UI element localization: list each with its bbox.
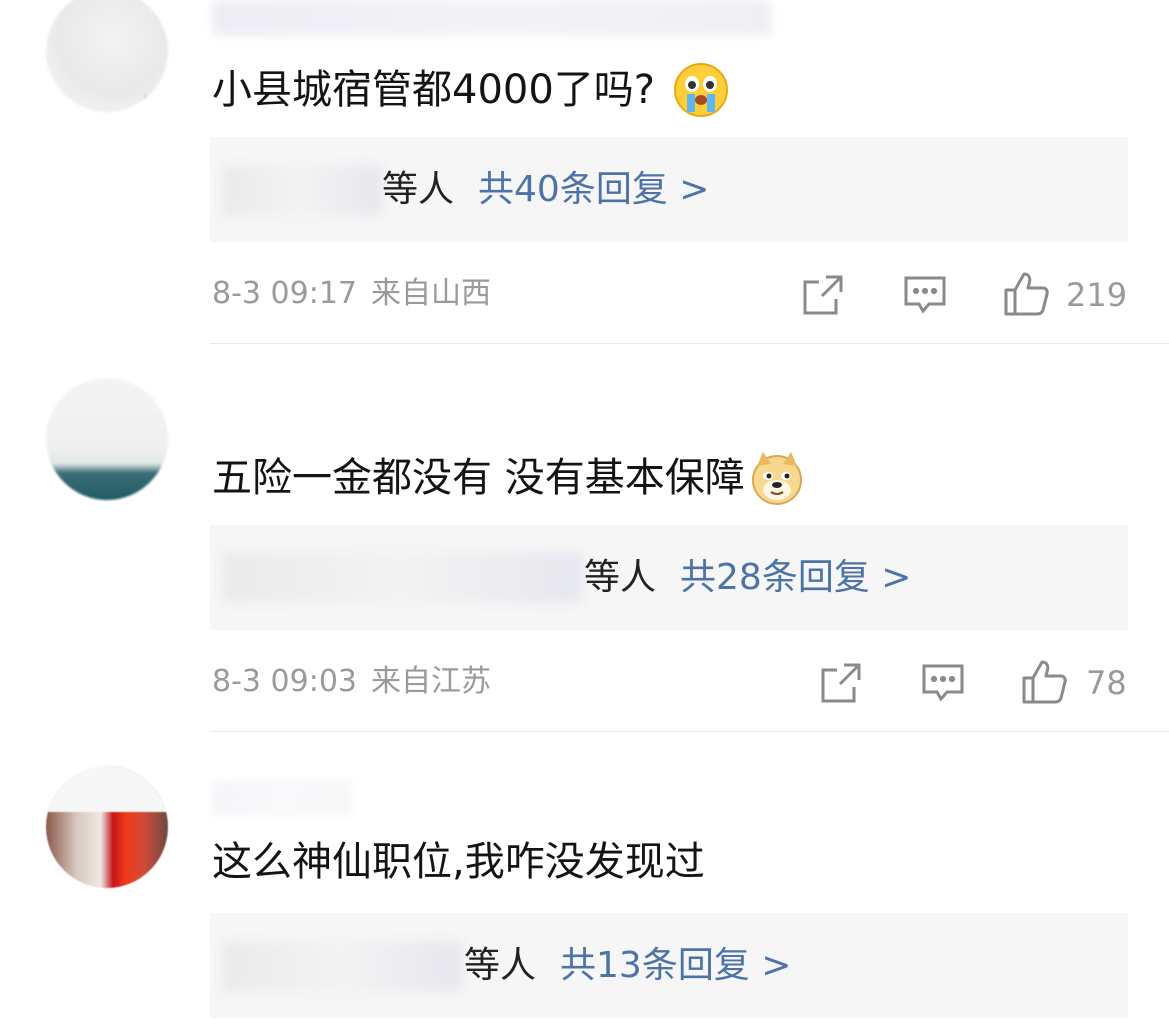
divider <box>210 343 1169 344</box>
like-count: 219 <box>1066 276 1128 314</box>
avatar[interactable] <box>46 378 168 500</box>
reply-count-link[interactable]: 共40条回复 > <box>478 169 709 210</box>
username-blurred[interactable] <box>212 0 772 36</box>
reply-suffix: 等人 <box>464 945 537 986</box>
comment-location: 来自江苏 <box>371 664 491 699</box>
comment-icon[interactable] <box>920 660 966 706</box>
comment-text: 这么神仙职位,我咋没发现过 <box>212 839 705 885</box>
replier-names-blurred <box>222 553 582 603</box>
replier-names-blurred <box>222 941 462 991</box>
share-icon[interactable] <box>818 660 864 706</box>
comment-meta: 8-3 09:03 来自江苏 <box>212 662 491 702</box>
reply-suffix: 等人 <box>584 557 657 598</box>
comment-time: 8-3 09:17 <box>212 276 357 311</box>
reply-preview[interactable]: 等人 共40条回复 > <box>210 137 1128 242</box>
comment-icon[interactable] <box>902 272 948 318</box>
avatar[interactable] <box>46 0 168 112</box>
comment-location: 来自山西 <box>371 276 491 311</box>
crying-face-icon <box>673 62 729 118</box>
like-count: 78 <box>1086 664 1127 702</box>
comment-text: 五险一金都没有 没有基本保障 <box>212 450 805 506</box>
reply-suffix: 等人 <box>382 169 455 210</box>
doge-icon <box>749 450 805 506</box>
username-blurred[interactable] <box>212 780 352 816</box>
comment-meta: 8-3 09:17 来自山西 <box>212 274 491 314</box>
avatar[interactable] <box>46 766 168 888</box>
like-icon[interactable] <box>1002 270 1049 316</box>
comment-time: 8-3 09:03 <box>212 664 357 699</box>
reply-preview[interactable]: 等人 共13条回复 > <box>210 913 1128 1018</box>
share-icon[interactable] <box>800 272 846 318</box>
like-icon[interactable] <box>1020 658 1067 704</box>
comment-text: 小县城宿管都4000了吗? <box>212 62 729 118</box>
reply-count-link[interactable]: 共13条回复 > <box>560 945 791 986</box>
reply-preview[interactable]: 等人 共28条回复 > <box>210 525 1128 630</box>
divider <box>210 731 1169 732</box>
reply-count-link[interactable]: 共28条回复 > <box>680 557 911 598</box>
replier-names-blurred <box>222 165 382 215</box>
